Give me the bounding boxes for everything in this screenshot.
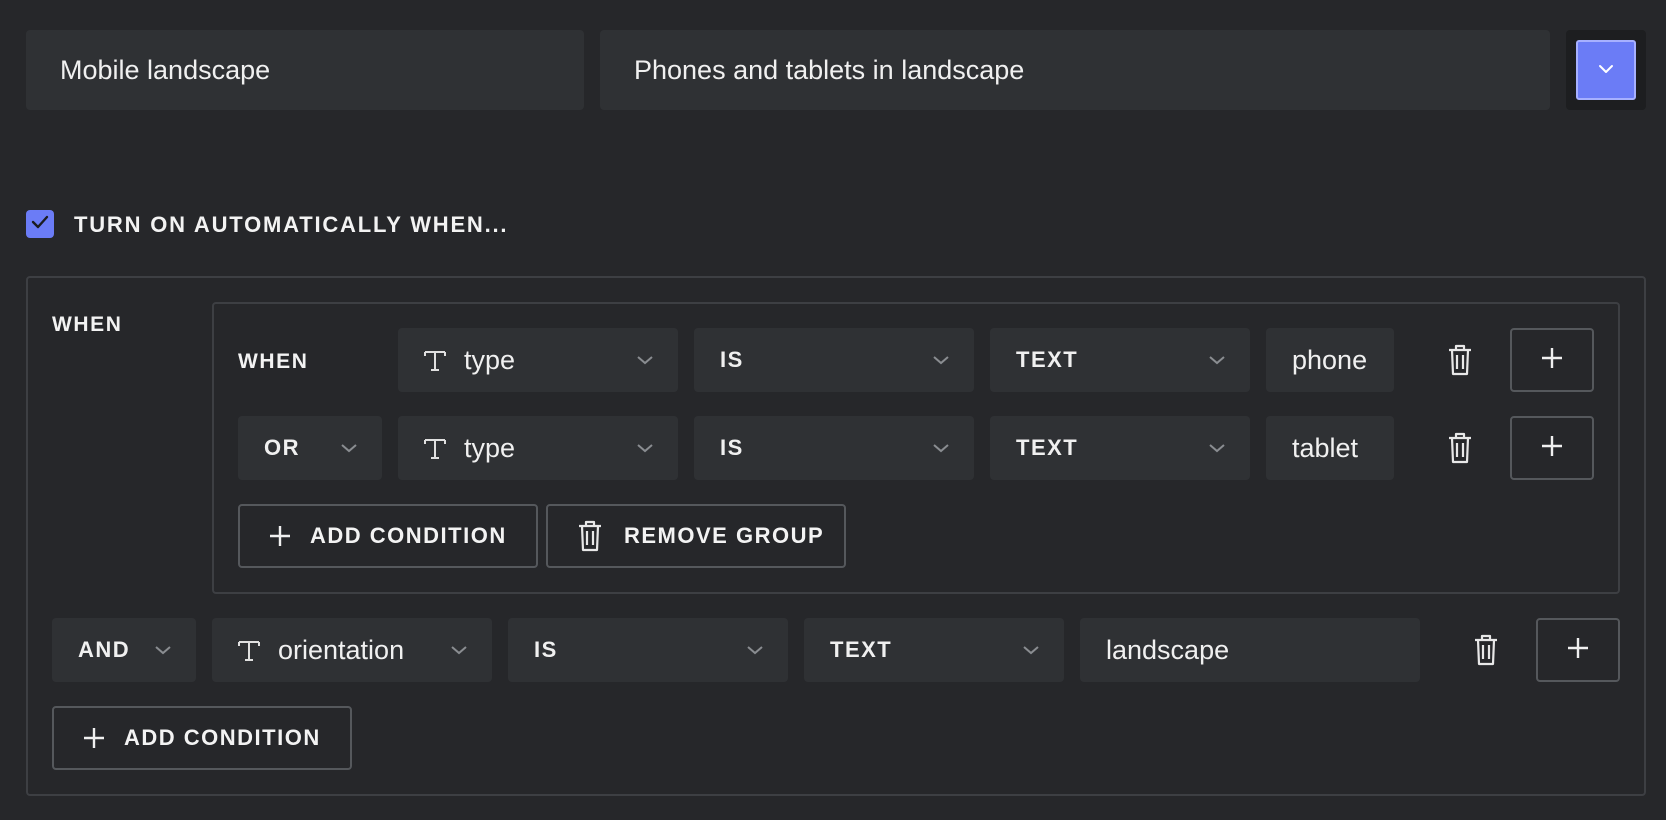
value-type-select-value: TEXT <box>1016 435 1079 460</box>
value-type-select[interactable]: TEXT <box>990 416 1250 480</box>
delete-condition-button[interactable] <box>1446 343 1474 377</box>
checkmark-icon <box>31 215 49 234</box>
text-type-icon <box>422 435 448 461</box>
outer-when-label: WHEN <box>52 313 123 336</box>
delete-condition-button[interactable] <box>1472 633 1500 667</box>
color-picker-button[interactable] <box>1576 40 1636 100</box>
condition-value-input[interactable]: tablet <box>1266 416 1394 480</box>
field-select[interactable]: orientation <box>212 618 492 682</box>
group-add-condition-label: ADD CONDITION <box>310 523 507 548</box>
chevron-down-icon <box>636 354 654 366</box>
operator-select[interactable]: IS <box>508 618 788 682</box>
condition-value-text: landscape <box>1106 634 1230 665</box>
connector-select-value: OR <box>264 435 300 460</box>
plus-icon <box>1540 434 1564 463</box>
chevron-down-icon <box>1598 61 1614 79</box>
add-condition-button[interactable]: ADD CONDITION <box>52 706 352 770</box>
text-type-icon <box>422 347 448 373</box>
value-type-select-value: TEXT <box>1016 347 1079 372</box>
group-row-connector: WHEN <box>238 350 309 373</box>
operator-select-value: IS <box>720 435 744 460</box>
add-condition-label: ADD CONDITION <box>124 725 321 750</box>
chevron-down-icon <box>1208 442 1226 454</box>
plus-icon <box>1540 346 1564 375</box>
condition-value-input[interactable]: phone <box>1266 328 1394 392</box>
add-condition-after-button[interactable] <box>1536 618 1620 682</box>
name-field-value: Mobile landscape <box>60 54 271 85</box>
operator-select[interactable]: IS <box>694 328 974 392</box>
value-type-select[interactable]: TEXT <box>990 328 1250 392</box>
text-type-icon <box>236 637 262 663</box>
condition-value-text: phone <box>1292 344 1368 375</box>
group-add-condition-button[interactable]: ADD CONDITION <box>238 504 538 568</box>
chevron-down-icon <box>340 442 358 454</box>
description-field-value: Phones and tablets in landscape <box>634 54 1025 85</box>
chevron-down-icon <box>636 442 654 454</box>
connector-select[interactable]: OR <box>238 416 382 480</box>
chevron-down-icon <box>154 644 172 656</box>
add-condition-after-button[interactable] <box>1510 416 1594 480</box>
field-select[interactable]: type <box>398 416 678 480</box>
value-type-select[interactable]: TEXT <box>804 618 1064 682</box>
operator-select-value: IS <box>534 637 558 662</box>
add-condition-after-button[interactable] <box>1510 328 1594 392</box>
operator-select-value: IS <box>720 347 744 372</box>
auto-enable-checkbox[interactable] <box>26 210 54 238</box>
chevron-down-icon <box>932 442 950 454</box>
description-field[interactable]: Phones and tablets in landscape <box>600 30 1550 110</box>
field-select-value: type <box>464 344 516 375</box>
operator-select[interactable]: IS <box>694 416 974 480</box>
chevron-down-icon <box>932 354 950 366</box>
condition-value-input[interactable]: landscape <box>1080 618 1420 682</box>
remove-group-label: REMOVE GROUP <box>624 523 825 548</box>
connector-select-value: AND <box>78 637 131 662</box>
field-select[interactable]: type <box>398 328 678 392</box>
trash-icon <box>576 519 604 553</box>
field-select-value: type <box>464 432 516 463</box>
field-select-value: orientation <box>278 634 405 665</box>
remove-group-button[interactable]: REMOVE GROUP <box>546 504 846 568</box>
chevron-down-icon <box>1022 644 1040 656</box>
connector-select[interactable]: AND <box>52 618 196 682</box>
plus-icon <box>1566 636 1590 665</box>
plus-icon <box>82 726 106 750</box>
auto-enable-label: TURN ON AUTOMATICALLY WHEN... <box>74 212 509 237</box>
condition-set-name-field[interactable]: Mobile landscape <box>26 30 584 110</box>
value-type-select-value: TEXT <box>830 637 893 662</box>
chevron-down-icon <box>746 644 764 656</box>
plus-icon <box>268 524 292 548</box>
chevron-down-icon <box>1208 354 1226 366</box>
chevron-down-icon <box>450 644 468 656</box>
condition-value-text: tablet <box>1292 432 1359 463</box>
delete-condition-button[interactable] <box>1446 431 1474 465</box>
